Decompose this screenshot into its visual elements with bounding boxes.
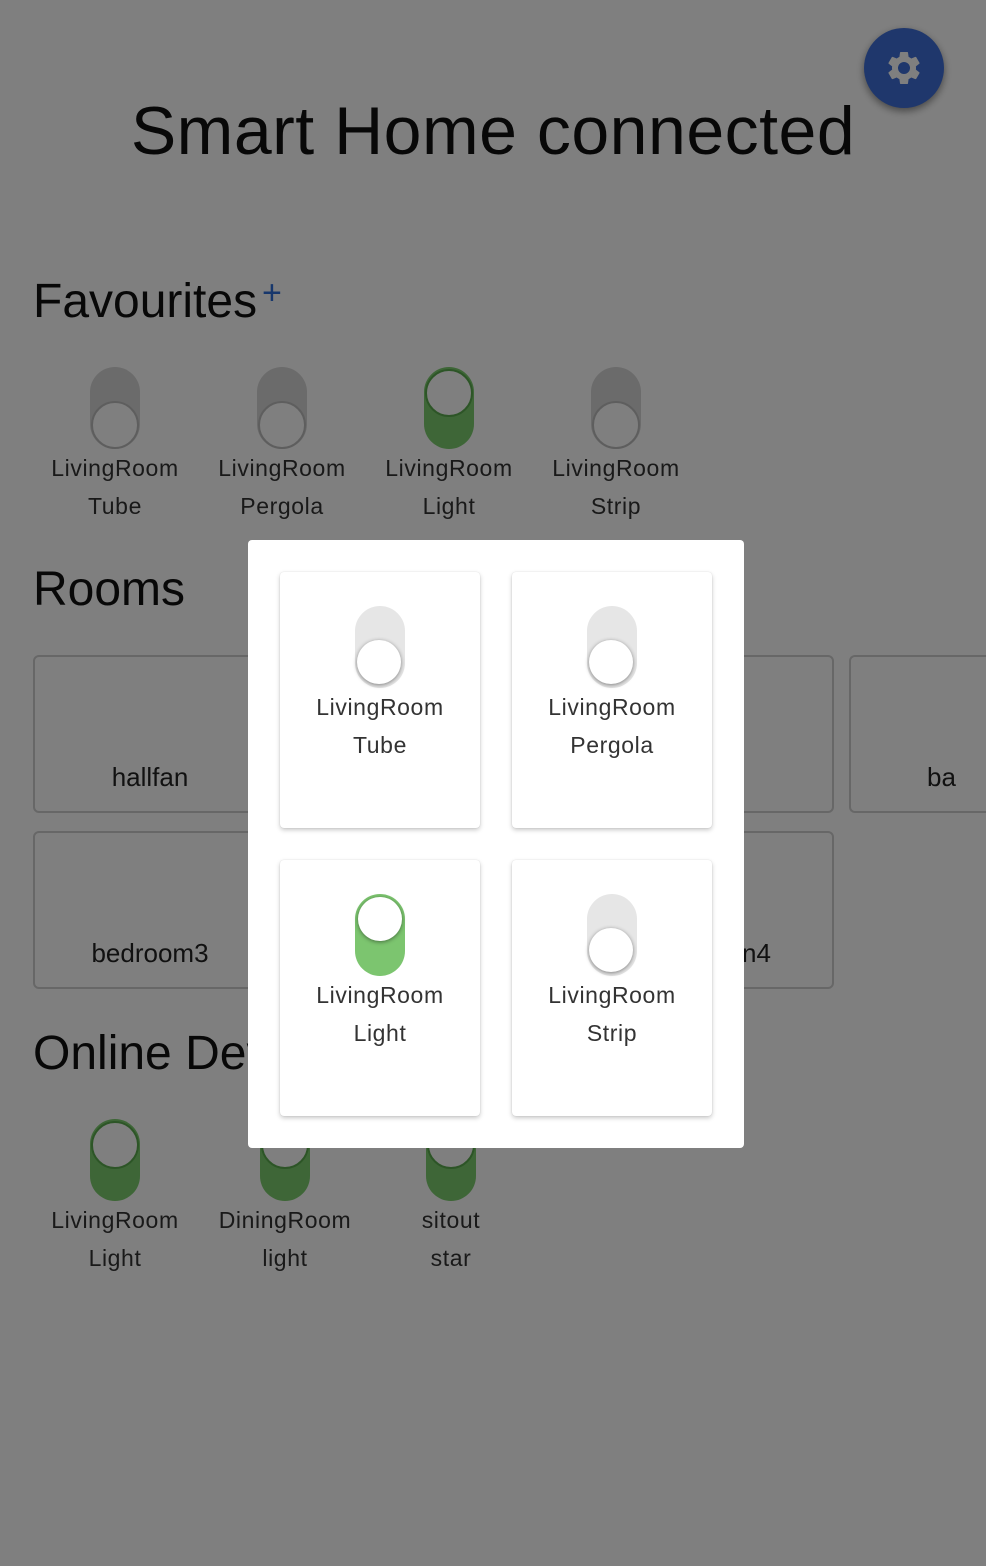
toggle-knob bbox=[589, 928, 633, 972]
modal-toggle-livingroom-light[interactable] bbox=[355, 894, 405, 976]
toggle-knob bbox=[357, 640, 401, 684]
modal-toggle-livingroom-strip[interactable] bbox=[587, 894, 637, 976]
modal-label-livingroom-tube: LivingRoom Tube bbox=[316, 694, 444, 758]
modal-label-livingroom-light: LivingRoom Light bbox=[316, 982, 444, 1046]
modal-toggle-livingroom-pergola[interactable] bbox=[587, 606, 637, 688]
home-screen: Smart Home connected Favourites + Living… bbox=[0, 0, 986, 1566]
modal-card-livingroom-pergola[interactable]: LivingRoom Pergola bbox=[512, 572, 712, 828]
modal-card-livingroom-strip[interactable]: LivingRoom Strip bbox=[512, 860, 712, 1116]
modal-label-livingroom-pergola: LivingRoom Pergola bbox=[548, 694, 676, 758]
toggle-knob bbox=[589, 640, 633, 684]
toggle-knob bbox=[358, 897, 402, 941]
modal-toggle-livingroom-tube[interactable] bbox=[355, 606, 405, 688]
modal-card-livingroom-light[interactable]: LivingRoom Light bbox=[280, 860, 480, 1116]
modal-label-livingroom-strip: LivingRoom Strip bbox=[548, 982, 676, 1046]
modal-card-livingroom-tube[interactable]: LivingRoom Tube bbox=[280, 572, 480, 828]
favourites-modal: LivingRoom Tube LivingRoom Pergola LivingR… bbox=[248, 540, 744, 1148]
